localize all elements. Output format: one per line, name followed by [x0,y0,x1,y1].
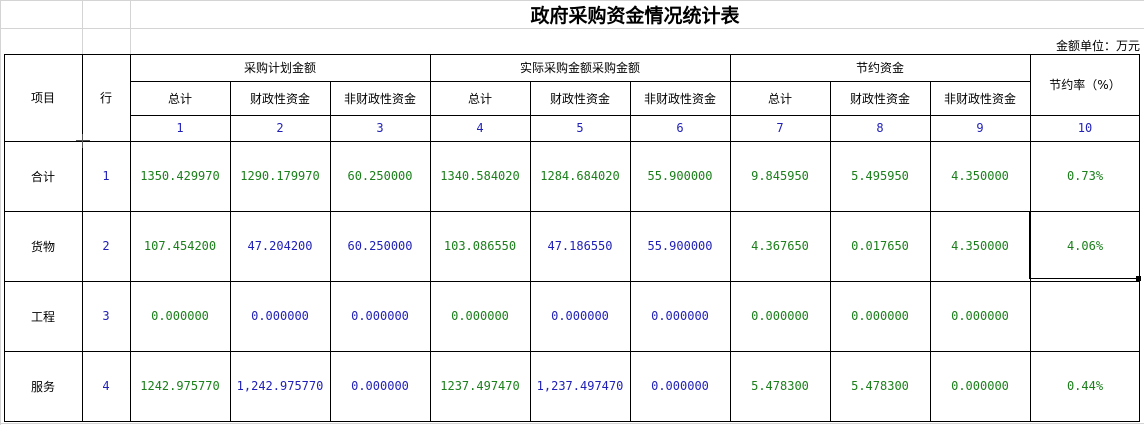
table-cell[interactable]: 1350.429970 [130,141,230,211]
table-cell[interactable]: 4.350000 [930,211,1030,281]
table-cell[interactable]: 非财政性资金 [630,81,730,115]
table-cell[interactable]: 总计 [730,81,830,115]
table-cell[interactable]: 0.000000 [730,281,830,351]
unit-label: 金额单位：万元 [1055,38,1140,53]
table-cell[interactable]: 9.845950 [730,141,830,211]
table-cell[interactable]: 5.495950 [830,141,930,211]
table-cell[interactable]: 0.000000 [230,281,330,351]
table-cell[interactable]: 货物 [4,211,82,281]
table-cell[interactable]: 47.204200 [230,211,330,281]
table-cell[interactable]: 0.000000 [930,351,1030,421]
table-cell[interactable]: 1237.497470 [430,351,530,421]
table-cell[interactable]: 1 [82,141,130,211]
table-cell[interactable]: 8 [830,115,930,141]
table-cell[interactable]: 0.000000 [130,281,230,351]
table-cell[interactable]: 3 [330,115,430,141]
gridline [82,0,83,54]
table-cell[interactable]: 0.000000 [430,281,530,351]
sheet-title: 政府采购资金情况统计表 [530,4,740,27]
table-cell[interactable]: 4.06% [1030,211,1140,281]
table-cell[interactable]: 1242.975770 [130,351,230,421]
table-cell[interactable]: 节约资金 [730,54,1030,81]
table-cell[interactable]: 5.478300 [830,351,930,421]
table-border [4,421,1140,422]
table-cell[interactable]: 财政性资金 [830,81,930,115]
gridline [0,423,1144,424]
table-cell[interactable]: 2 [82,211,130,281]
table-cell[interactable]: 0.000000 [330,281,430,351]
table-cell[interactable]: 60.250000 [330,211,430,281]
table-cell[interactable]: 0.44% [1030,351,1140,421]
table-cell[interactable]: 6 [630,115,730,141]
table-cell[interactable]: 采购计划金额 [130,54,430,81]
table-cell[interactable]: 7 [730,115,830,141]
table-cell[interactable]: 非财政性资金 [930,81,1030,115]
table-cell[interactable] [1030,281,1140,351]
table-cell[interactable]: 9 [930,115,1030,141]
table-cell[interactable]: 1340.584020 [430,141,530,211]
table-cell[interactable]: 10 [1030,115,1140,141]
table-cell[interactable]: 55.900000 [630,211,730,281]
table-cell[interactable]: 财政性资金 [530,81,630,115]
table-cell[interactable]: 47.186550 [530,211,630,281]
table-cell[interactable]: 1290.179970 [230,141,330,211]
table-cell[interactable]: 107.454200 [130,211,230,281]
table-cell[interactable]: 0.000000 [530,281,630,351]
table-cell[interactable]: 非财政性资金 [330,81,430,115]
table-cell[interactable]: 0.000000 [630,281,730,351]
table-cell[interactable]: 1 [130,115,230,141]
table-cell[interactable]: 0.000000 [330,351,430,421]
table-cell[interactable]: 60.250000 [330,141,430,211]
table-cell[interactable]: 1,237.497470 [530,351,630,421]
table-cell[interactable]: 1,242.975770 [230,351,330,421]
table-cell[interactable]: 工程 [4,281,82,351]
table-cell[interactable]: 实际采购金额采购金额 [430,54,730,81]
table-cell[interactable]: 3 [82,281,130,351]
table-cell[interactable]: 0.000000 [930,281,1030,351]
table-cell[interactable]: 55.900000 [630,141,730,211]
table-cell[interactable]: 合计 [4,141,82,211]
table-cell[interactable]: 节约率（%） [1030,54,1140,115]
table-cell[interactable]: 1284.684020 [530,141,630,211]
spreadsheet-sheet: 政府采购资金情况统计表 金额单位：万元 项目行采购计划金额 实际采购金额采购金额节… [0,0,1144,425]
table-cell[interactable]: 项目 [4,54,82,141]
table-cell[interactable]: 4 [430,115,530,141]
table-cell[interactable]: 2 [230,115,330,141]
table-cell[interactable]: 0.017650 [830,211,930,281]
gridline [0,0,1,425]
table-cell[interactable]: 0.000000 [630,351,730,421]
table-cell[interactable]: 总计 [430,81,530,115]
table-cell[interactable]: 5 [530,115,630,141]
table-cell[interactable]: 0.73% [1030,141,1140,211]
table-cell[interactable]: 103.086550 [430,211,530,281]
table-cell[interactable]: 财政性资金 [230,81,330,115]
table-cell[interactable]: 服务 [4,351,82,421]
table-cell[interactable]: 5.478300 [730,351,830,421]
table-cell[interactable]: 4.367650 [730,211,830,281]
table-cell[interactable]: 总计 [130,81,230,115]
table-cell[interactable]: 4.350000 [930,141,1030,211]
table-cell[interactable]: 0.000000 [830,281,930,351]
table-cell[interactable]: 4 [82,351,130,421]
table-cell[interactable]: 行 [82,54,130,141]
gridline [0,28,1144,29]
